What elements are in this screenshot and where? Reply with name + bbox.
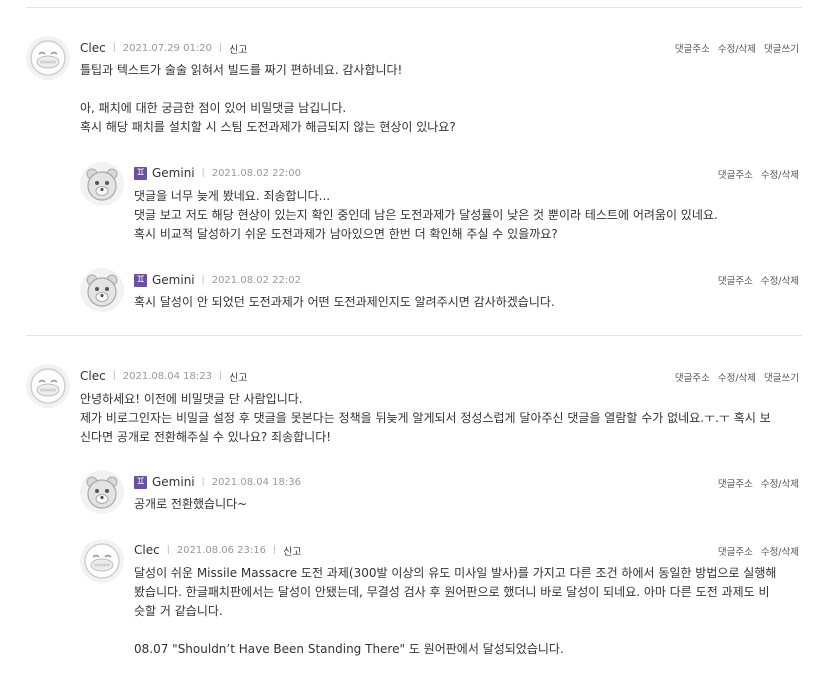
edit-delete-link[interactable]: 수정/삭제 xyxy=(718,41,756,55)
avatar xyxy=(26,36,70,80)
avatar xyxy=(80,162,124,206)
comment-body: 공개로 전환했습니다~ xyxy=(134,495,247,514)
reply-address-link[interactable]: 댓글주소 xyxy=(718,544,753,558)
comment-body: 댓글을 너무 늦게 봤네요. 죄송합니다... 댓글 보고 저도 해당 현상이 … xyxy=(134,187,718,244)
comment-text-line: 공개로 전환했습니다~ xyxy=(134,497,248,511)
comment-date: 2021.08.06 23:16 xyxy=(176,544,267,556)
reply-address-link[interactable]: 댓글주소 xyxy=(718,476,753,490)
comment-date: 2021.08.02 22:00 xyxy=(211,167,301,179)
edit-delete-link[interactable]: 수정/삭제 xyxy=(761,273,799,287)
meta-separator: | xyxy=(201,275,205,285)
comment-author[interactable]: Clec xyxy=(80,369,106,383)
meta-separator: | xyxy=(112,43,116,53)
avatar xyxy=(26,364,70,408)
comment-text-line: 혹시 비교적 달성하기 쉬운 도전과제가 남아있으면 한번 더 확인해 주실 수… xyxy=(134,227,558,241)
comment-author[interactable]: Clec xyxy=(134,543,160,557)
comment-text-line: 봤습니다. 한글패치판에서는 달성이 안됐는데, 무결성 검사 후 원어판으로 … xyxy=(134,585,770,599)
report-link[interactable]: 신고 xyxy=(283,543,301,558)
comment-text-line: 제가 비로그인자는 비밀글 설정 후 댓글을 못본다는 정책을 뒤늦게 알게되서… xyxy=(80,411,771,425)
gemini-icon: ♊ xyxy=(134,475,147,489)
report-link[interactable]: 신고 xyxy=(229,41,247,56)
meta-separator: | xyxy=(219,43,223,53)
comment-body: 혹시 달성이 안 되었던 도전과제가 어떤 도전과제인지도 알려주시면 감사하겠… xyxy=(134,293,555,312)
comment-date: 2021.08.04 18:36 xyxy=(211,476,301,488)
comment-text-line: 틀팁과 텍스트가 술술 읽혀서 빌드를 짜기 편하네요. 감사합니다! xyxy=(80,63,403,77)
comment-author[interactable]: Gemini xyxy=(152,273,195,287)
reply-address-link[interactable]: 댓글주소 xyxy=(718,167,753,181)
write-reply-link[interactable]: 댓글쓰기 xyxy=(764,41,799,55)
comment-text-line: 아, 패치에 대한 궁금한 점이 있어 비밀댓글 남깁니다. xyxy=(80,101,347,115)
avatar xyxy=(80,539,124,583)
gemini-icon: ♊ xyxy=(134,273,147,287)
avatar-smile-icon xyxy=(84,543,120,579)
divider xyxy=(26,335,802,336)
reply-address-link[interactable]: 댓글주소 xyxy=(675,370,710,384)
comment-body: 안녕하세요! 이전에 비밀댓글 단 사람입니다. 제가 비로그인자는 비밀글 설… xyxy=(80,390,771,447)
comment-author[interactable]: Gemini xyxy=(152,475,195,489)
avatar-bear-icon xyxy=(86,168,118,201)
comment-text-line: 혹시 달성이 안 되었던 도전과제가 어떤 도전과제인지도 알려주시면 감사하겠… xyxy=(134,295,555,309)
meta-separator: | xyxy=(201,168,205,178)
avatar xyxy=(80,268,124,312)
comment-text-line: 달성이 쉬운 Missile Massacre 도전 과제(300발 이상의 유… xyxy=(134,566,777,580)
meta-separator: | xyxy=(219,371,223,381)
reply-address-link[interactable]: 댓글주소 xyxy=(675,41,710,55)
comment-text-line: 08.07 "Shouldn’t Have Been Standing Ther… xyxy=(134,642,564,656)
comment-text-line: 댓글 보고 저도 해당 현상이 있는지 확인 중인데 남은 도전과제가 달성률이… xyxy=(134,208,718,222)
comment-author[interactable]: Clec xyxy=(80,41,106,55)
edit-delete-link[interactable]: 수정/삭제 xyxy=(718,370,756,384)
meta-separator: | xyxy=(201,477,205,487)
comment-text-line: 혹시 해당 패치를 설치할 시 스팀 도전과제가 해금되지 않는 현상이 있나요… xyxy=(80,120,456,134)
edit-delete-link[interactable]: 수정/삭제 xyxy=(761,544,799,558)
write-reply-link[interactable]: 댓글쓰기 xyxy=(764,370,799,384)
avatar-bear-icon xyxy=(86,274,118,307)
edit-delete-link[interactable]: 수정/삭제 xyxy=(761,167,799,181)
meta-separator: | xyxy=(112,371,116,381)
comment-text-line: 안녕하세요! 이전에 비밀댓글 단 사람입니다. xyxy=(80,392,303,406)
avatar-bear-icon xyxy=(86,476,118,509)
comment-body: 달성이 쉬운 Missile Massacre 도전 과제(300발 이상의 유… xyxy=(134,564,776,659)
avatar-smile-icon xyxy=(30,368,66,404)
comment-author[interactable]: Gemini xyxy=(152,166,195,180)
comment-text-line: 댓글을 너무 늦게 봤네요. 죄송합니다... xyxy=(134,189,331,203)
gemini-icon: ♊ xyxy=(134,166,147,180)
comment-text-line: 신다면 공개로 전환해주실 수 있나요? 죄송합니다! xyxy=(80,430,332,444)
report-link[interactable]: 신고 xyxy=(229,369,247,384)
divider xyxy=(26,7,802,8)
meta-separator: | xyxy=(273,545,277,555)
reply-address-link[interactable]: 댓글주소 xyxy=(718,273,753,287)
avatar-smile-icon xyxy=(30,40,66,76)
comment-date: 2021.07.29 01:20 xyxy=(122,42,213,54)
meta-separator: | xyxy=(166,545,170,555)
avatar xyxy=(80,470,124,514)
comment-text-line: 슷할 거 같습니다. xyxy=(134,604,223,618)
comment-date: 2021.08.04 18:23 xyxy=(122,370,213,382)
comment-body: 틀팁과 텍스트가 술술 읽혀서 빌드를 짜기 편하네요. 감사합니다! 아, 패… xyxy=(80,61,456,137)
edit-delete-link[interactable]: 수정/삭제 xyxy=(761,476,799,490)
comment-section: Clec | 2021.07.29 01:20 | 신고 댓글주소 수정/삭제 … xyxy=(0,0,835,678)
comment-date: 2021.08.02 22:02 xyxy=(211,274,301,286)
